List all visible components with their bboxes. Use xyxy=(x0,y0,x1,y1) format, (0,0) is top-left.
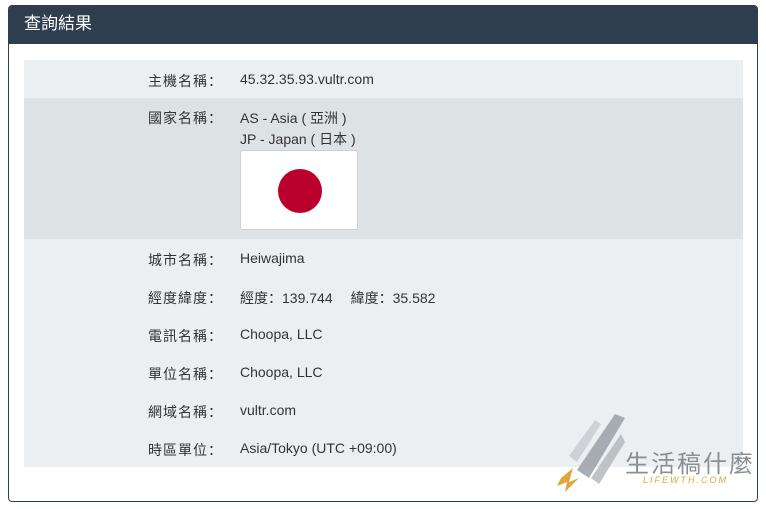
row-host: 主機名稱： 45.32.35.93.vultr.com xyxy=(24,60,743,98)
result-table: 主機名稱： 45.32.35.93.vultr.com 國家名稱： AS - A… xyxy=(24,60,743,467)
city-value: Heiwajima xyxy=(240,250,305,266)
continent-text: AS - Asia ( 亞洲 ) xyxy=(240,110,347,126)
longitude-value: 經度：139.744 xyxy=(240,290,333,306)
org-value: Choopa, LLC xyxy=(240,364,323,380)
coords-value: 經度：139.744 緯度：35.582 xyxy=(240,288,435,308)
org-label: 單位名稱： xyxy=(148,366,223,382)
row-country: 國家名稱： AS - Asia ( 亞洲 ) JP - Japan ( 日本 ) xyxy=(24,98,743,239)
domain-value: vultr.com xyxy=(240,402,297,418)
coords-label: 經度緯度： xyxy=(148,290,223,306)
isp-label: 電訊名稱： xyxy=(148,328,223,344)
site-watermark: 生活稿什麼 LIFEWTH.COM xyxy=(555,412,760,494)
panel-title: 查詢結果 xyxy=(9,6,757,44)
domain-label: 網域名稱： xyxy=(148,404,223,420)
japan-flag-icon xyxy=(240,150,358,230)
watermark-title: 生活稿什麼 xyxy=(625,450,755,478)
country-value: AS - Asia ( 亞洲 ) JP - Japan ( 日本 ) xyxy=(240,108,356,150)
host-label: 主機名稱： xyxy=(148,73,223,89)
row-isp: 電訊名稱： Choopa, LLC xyxy=(24,315,743,353)
country-label: 國家名稱： xyxy=(148,110,223,126)
row-org: 單位名稱： Choopa, LLC xyxy=(24,353,743,391)
timezone-value: Asia/Tokyo (UTC +09:00) xyxy=(240,440,397,456)
host-value: 45.32.35.93.vultr.com xyxy=(240,71,374,87)
flag-disc xyxy=(278,169,322,213)
country-text: JP - Japan ( 日本 ) xyxy=(240,131,356,147)
timezone-label: 時區單位： xyxy=(148,442,223,458)
watermark-subtitle: LIFEWTH.COM xyxy=(643,475,728,485)
row-coords: 經度緯度： 經度：139.744 緯度：35.582 xyxy=(24,277,743,315)
city-label: 城市名稱： xyxy=(148,252,223,268)
watermark-logo-icon xyxy=(557,414,625,492)
isp-value: Choopa, LLC xyxy=(240,326,323,342)
row-city: 城市名稱： Heiwajima xyxy=(24,239,743,277)
latitude-value: 緯度：35.582 xyxy=(350,290,436,306)
